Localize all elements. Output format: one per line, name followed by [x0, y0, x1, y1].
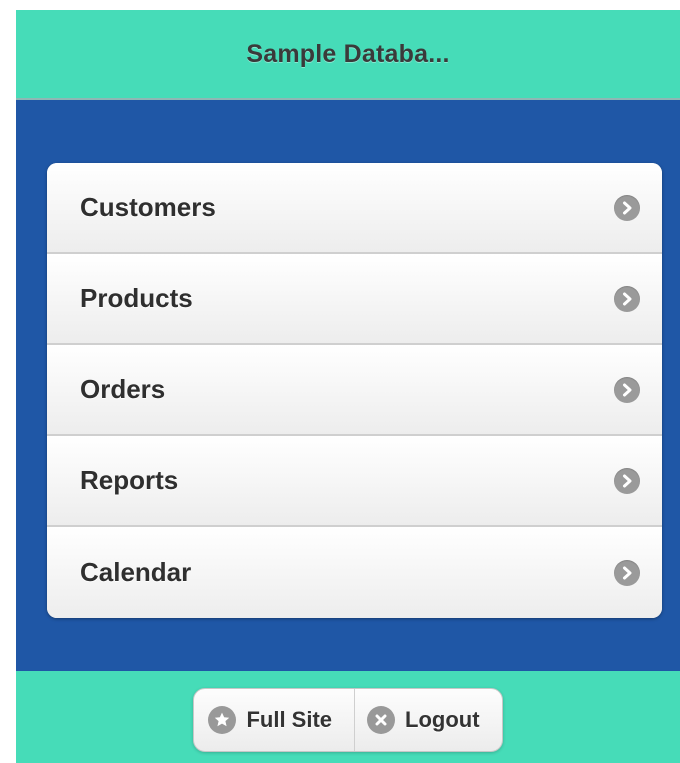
chevron-right-icon	[614, 376, 640, 403]
logout-button[interactable]: Logout	[354, 689, 502, 751]
full-site-button[interactable]: Full Site	[194, 689, 354, 751]
header-bar: Sample Databa...	[16, 10, 680, 100]
close-icon	[367, 706, 396, 734]
chevron-right-icon	[614, 194, 640, 221]
menu-item-products[interactable]: Products	[47, 254, 662, 345]
footer-bar: Full Site Logout	[16, 671, 680, 763]
menu-item-label: Reports	[80, 465, 179, 495]
page-title: Sample Databa...	[246, 39, 450, 68]
menu-item-calendar[interactable]: Calendar	[47, 527, 662, 618]
main-content: Customers Products Orders Reports Calend…	[16, 100, 680, 671]
menu-item-customers[interactable]: Customers	[47, 163, 662, 254]
menu-item-reports[interactable]: Reports	[47, 436, 662, 527]
menu-item-label: Customers	[80, 192, 216, 222]
star-icon	[208, 706, 237, 734]
logout-label: Logout	[405, 707, 480, 732]
full-site-label: Full Site	[246, 707, 333, 732]
menu-item-orders[interactable]: Orders	[47, 345, 662, 436]
chevron-right-icon	[614, 285, 640, 312]
menu-item-label: Products	[80, 283, 193, 313]
chevron-right-icon	[614, 467, 640, 494]
menu-item-label: Orders	[80, 374, 166, 404]
mobile-app: Sample Databa... Customers Products Orde…	[16, 10, 680, 763]
chevron-right-icon	[614, 559, 640, 586]
menu-item-label: Calendar	[80, 557, 192, 587]
footer-button-group: Full Site Logout	[193, 688, 503, 752]
menu-list: Customers Products Orders Reports Calend…	[47, 163, 662, 618]
